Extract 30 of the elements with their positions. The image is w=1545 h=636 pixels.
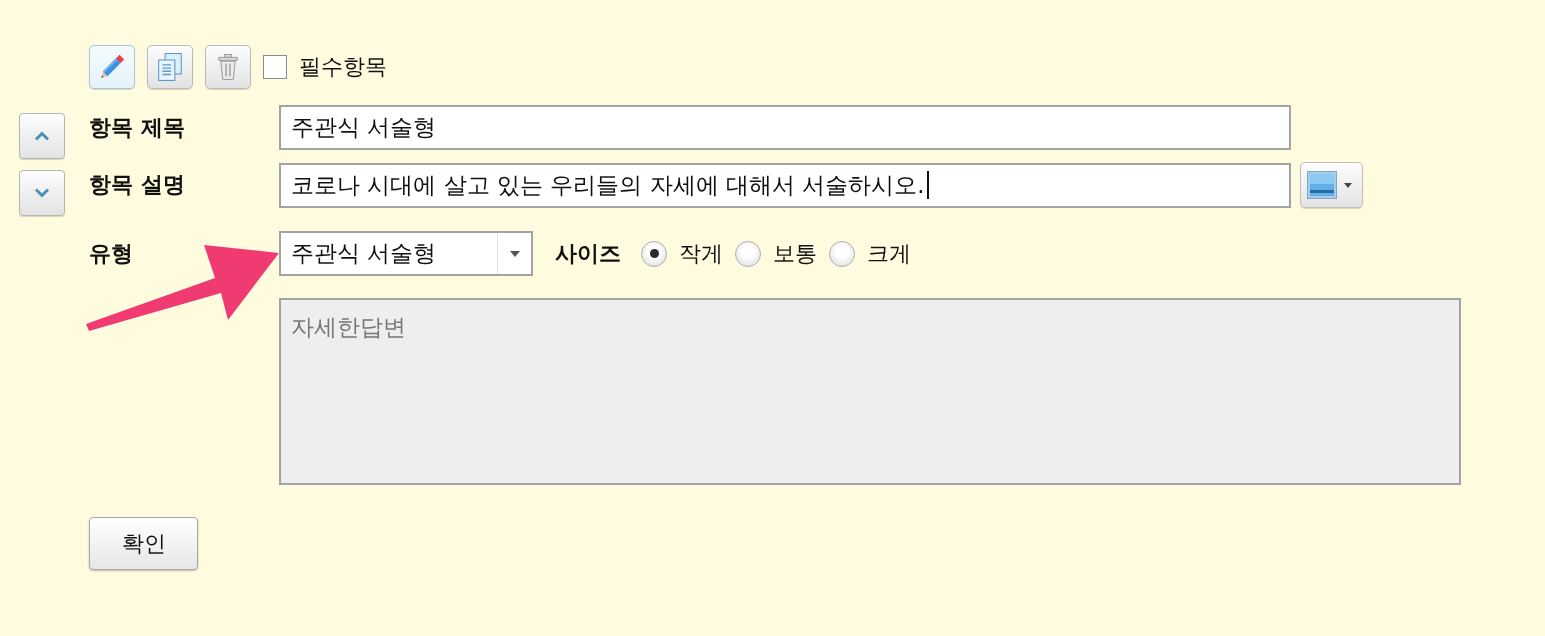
required-label: 필수항목	[299, 53, 387, 81]
field-label: 유형	[89, 239, 134, 268]
description-input[interactable]: 코로나 시대에 살고 있는 우리들의 자세에 대해서 서술하시오.	[279, 162, 1291, 208]
chevron-down-icon	[34, 188, 50, 198]
radio-button[interactable]	[735, 240, 761, 267]
color-picker-button[interactable]	[1300, 162, 1363, 208]
radio-label: 보통	[773, 239, 817, 268]
edit-button[interactable]	[89, 45, 135, 89]
color-swatch-icon	[1307, 171, 1337, 199]
field-label: 항목 제목	[89, 113, 186, 142]
chevron-up-icon	[34, 131, 50, 141]
radio-label: 크게	[867, 239, 911, 268]
title-input[interactable]: 주관식 서술형	[279, 105, 1291, 150]
delete-button[interactable]	[205, 45, 251, 89]
required-checkbox[interactable]	[263, 55, 287, 79]
radio-label: 작게	[679, 239, 723, 268]
caret-icon	[510, 250, 520, 257]
documents-icon	[158, 53, 182, 81]
move-up-button[interactable]	[19, 113, 65, 159]
trash-icon	[218, 54, 238, 80]
confirm-button[interactable]: 확인	[89, 517, 198, 570]
radio-button[interactable]	[829, 240, 855, 267]
size-label: 사이즈	[555, 239, 621, 268]
pencil-icon	[98, 53, 126, 81]
copy-button[interactable]	[147, 45, 193, 89]
field-label: 항목 설명	[89, 171, 186, 199]
caret-icon	[1344, 182, 1352, 188]
move-down-button[interactable]	[19, 170, 65, 216]
radio-button[interactable]	[641, 240, 667, 267]
type-select[interactable]: 주관식 서술형	[279, 231, 533, 276]
